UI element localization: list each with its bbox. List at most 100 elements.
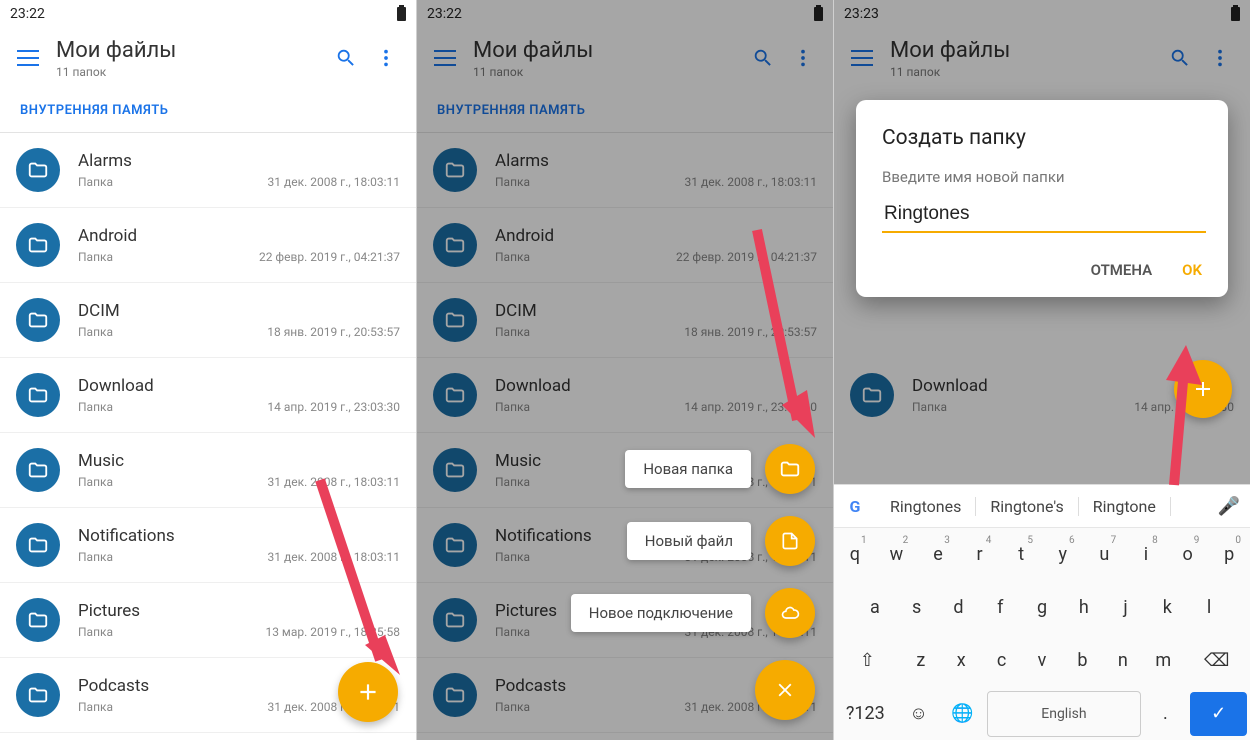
key[interactable]: e3 — [920, 533, 956, 577]
ok-button[interactable]: OK — [1182, 261, 1202, 279]
list-item[interactable]: AndroidПапка22 февр. 2019 г., 04:21:37 — [417, 208, 833, 283]
list-item[interactable]: NotificationsПапка31 дек. 2008 г., 18:03… — [0, 508, 416, 583]
key[interactable]: f — [982, 586, 1018, 630]
suggestion[interactable]: Ringtone's — [976, 497, 1078, 516]
key[interactable]: g — [1024, 586, 1060, 630]
period-key[interactable]: . — [1147, 692, 1185, 736]
shift-key[interactable]: ⇧ — [837, 639, 898, 683]
cancel-button[interactable]: ОТМЕНА — [1091, 261, 1153, 279]
list-item[interactable]: Alarms Папка 31 дек. 2008 г., 18:03:11 — [0, 133, 416, 208]
more-button[interactable] — [1200, 38, 1240, 78]
list-item[interactable]: MusicПапка31 дек. 2008 г., 18:03:11 — [0, 433, 416, 508]
more-button[interactable] — [783, 38, 823, 78]
folder-name-input[interactable] — [882, 202, 1206, 233]
key[interactable]: t5 — [1003, 533, 1039, 577]
more-button[interactable] — [366, 38, 406, 78]
hamburger-icon[interactable] — [10, 40, 46, 76]
panel-1: 23:22 Мои файлы 11 папок ВНУТРЕННЯЯ ПАМЯ… — [0, 0, 417, 740]
fab-item-new-file[interactable]: Новый файл — [627, 516, 815, 566]
fab-item-new-folder[interactable]: Новая папка — [625, 444, 815, 494]
key[interactable]: d — [941, 586, 977, 630]
more-vert-icon — [375, 47, 397, 69]
list-item[interactable]: DownloadПапка14 апр. 2019 г., 23:03:30 — [0, 358, 416, 433]
key[interactable]: z — [904, 639, 938, 683]
fab-label: Новый файл — [627, 522, 751, 560]
suggestion[interactable]: Ringtones — [876, 497, 976, 516]
fab-item-new-connection[interactable]: Новое подключение — [571, 588, 815, 638]
app-bar: Мои файлы 11 папок — [834, 28, 1250, 88]
fab-add[interactable] — [1174, 360, 1232, 418]
folder-icon — [433, 373, 477, 417]
file-kind: Папка — [78, 700, 113, 714]
hamburger-icon[interactable] — [844, 40, 880, 76]
search-button[interactable] — [743, 38, 783, 78]
file-list[interactable]: Alarms Папка 31 дек. 2008 г., 18:03:11 Andr… — [0, 133, 416, 733]
key[interactable]: x — [944, 639, 978, 683]
key[interactable]: y6 — [1045, 533, 1081, 577]
status-time: 23:23 — [844, 6, 879, 22]
space-key[interactable]: English — [987, 691, 1140, 737]
tab-internal-storage[interactable]: ВНУТРЕННЯЯ ПАМЯТЬ — [20, 103, 168, 118]
key[interactable]: h — [1066, 586, 1102, 630]
tab-internal-storage[interactable]: ВНУТРЕННЯЯ ПАМЯТЬ — [437, 103, 585, 118]
enter-key[interactable]: ✓ — [1190, 692, 1247, 736]
key[interactable]: u7 — [1087, 533, 1123, 577]
suggestion[interactable]: Ringtone — [1079, 497, 1171, 516]
emoji-key[interactable]: ☺ — [900, 692, 938, 736]
key[interactable]: b — [1065, 639, 1099, 683]
battery-icon — [814, 7, 823, 21]
symbols-key[interactable]: ?123 — [837, 692, 894, 736]
key[interactable]: r4 — [962, 533, 998, 577]
status-bar: 23:23 — [834, 0, 1250, 28]
key[interactable]: l — [1191, 586, 1227, 630]
file-icon — [780, 530, 800, 552]
list-item[interactable]: DownloadПапка14 апр. 2019 г., 23:03:30 — [417, 358, 833, 433]
list-item[interactable]: DCIMПапка18 янв. 2019 г., 20:53:57 — [0, 283, 416, 358]
key[interactable]: q1 — [837, 533, 873, 577]
list-item[interactable]: AndroidПапка22 февр. 2019 г., 04:21:37 — [0, 208, 416, 283]
status-time: 23:22 — [10, 6, 45, 22]
fab-close[interactable] — [755, 660, 815, 720]
key[interactable]: v — [1025, 639, 1059, 683]
file-date: 31 дек. 2008 г., 18:03:11 — [685, 175, 817, 189]
page-title: Мои файлы — [473, 38, 743, 63]
page-subtitle: 11 папок — [890, 65, 1160, 79]
key[interactable]: c — [984, 639, 1018, 683]
fab-add[interactable] — [338, 662, 398, 722]
key[interactable]: a — [857, 586, 893, 630]
file-name: DCIM — [495, 301, 817, 321]
file-date: 31 дек. 2008 г., 18:03:11 — [268, 175, 400, 189]
key[interactable]: o9 — [1170, 533, 1206, 577]
key[interactable]: n — [1106, 639, 1140, 683]
list-item[interactable]: AlarmsПапка31 дек. 2008 г., 18:03:11 — [417, 133, 833, 208]
key[interactable]: s — [899, 586, 935, 630]
file-kind: Папка — [495, 325, 530, 339]
backspace-key[interactable]: ⌫ — [1186, 639, 1247, 683]
file-name: Download — [78, 376, 400, 396]
search-button[interactable] — [326, 38, 366, 78]
create-folder-dialog: Создать папку Введите имя новой папки ОТ… — [856, 100, 1228, 297]
file-kind: Папка — [78, 175, 113, 189]
mic-icon[interactable]: 🎤 — [1218, 496, 1240, 517]
globe-key[interactable]: 🌐 — [944, 692, 982, 736]
search-icon — [752, 47, 774, 69]
folder-icon — [433, 298, 477, 342]
key[interactable]: p0 — [1211, 533, 1247, 577]
key[interactable]: i8 — [1128, 533, 1164, 577]
file-kind: Папка — [495, 175, 530, 189]
key[interactable]: k — [1149, 586, 1185, 630]
key[interactable]: j — [1108, 586, 1144, 630]
tab-row: ВНУТРЕННЯЯ ПАМЯТЬ — [0, 88, 416, 133]
list-item[interactable]: DCIMПапка18 янв. 2019 г., 20:53:57 — [417, 283, 833, 358]
key[interactable]: w2 — [879, 533, 915, 577]
file-name: Alarms — [78, 151, 400, 171]
hamburger-icon[interactable] — [427, 40, 463, 76]
folder-icon — [16, 148, 60, 192]
list-item[interactable]: PicturesПапка13 мар. 2019 г., 18:35:58 — [0, 583, 416, 658]
status-bar: 23:22 — [0, 0, 416, 28]
app-bar: Мои файлы 11 папок — [417, 28, 833, 88]
key[interactable]: m — [1146, 639, 1180, 683]
search-button[interactable] — [1160, 38, 1200, 78]
file-kind: Папка — [912, 400, 947, 414]
wifi-icon — [1210, 8, 1226, 20]
